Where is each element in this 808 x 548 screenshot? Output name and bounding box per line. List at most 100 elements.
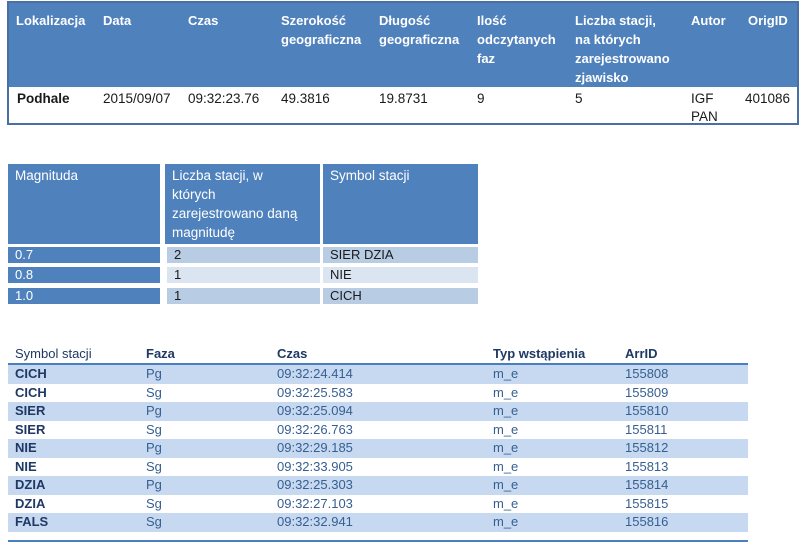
onset-type: m_e [493,440,519,455]
header-ilosc-line3: faz [477,51,496,66]
magnitude-cell: 0.8 [8,267,160,283]
magnitude-cell: 1.0 [8,288,160,304]
arrival-time: 09:32:24.414 [277,366,353,381]
onset-type: m_e [493,421,519,437]
table-row: CICH Pg 09:32:24.414 m_e 155808 [8,365,748,384]
header-origid: OrigID [748,13,788,28]
station-symbol: DZIA [15,477,46,492]
header-liczba-line1: Liczba stacji, [575,13,656,28]
header-liczba-line2: na których [575,32,641,47]
header-symbol-stacji: Symbol stacji [15,346,92,361]
arrival-id: 155810 [625,403,669,418]
header-ilosc-faz: Ilość odczytanych faz [477,11,556,68]
header-data: Data [103,13,132,28]
phase: Sg [146,495,162,511]
cell-data: 2015/09/07 [103,91,171,106]
header-magnituda: Magnituda [8,164,160,244]
header-liczba-magnituda-line2: których [172,187,216,202]
table-row: SIER Sg 09:32:26.763 m_e 155811 [8,421,748,440]
cell-czas: 09:32:23.76 [188,91,260,106]
header-liczba-line4: zjawisko [575,70,629,85]
arrival-time: 09:32:25.094 [277,403,353,418]
header-autor: Autor [691,13,726,28]
header-czas: Czas [188,13,219,28]
header-szerokosc-line2: geograficzna [281,32,362,47]
table-row: DZIA Pg 09:32:25.303 m_e 155814 [8,476,748,495]
onset-type: m_e [493,366,519,381]
station-symbol: DZIA [15,495,46,511]
table-row: NIE Sg 09:32:33.905 m_e 155813 [8,458,748,477]
table-row: SIER Pg 09:32:25.094 m_e 155810 [8,402,748,421]
phase: Pg [146,366,162,381]
cell-origid: 401086 [745,91,791,106]
arrival-id: 155809 [625,384,669,400]
event-table-header: Lokalizacja Data Czas Szerokość geografi… [9,3,797,87]
phase: Sg [146,384,162,400]
header-typ-wstapienia: Typ wstąpienia [493,346,586,361]
table-row: CICH Sg 09:32:25.583 m_e 155809 [8,384,748,403]
station-symbol: NIE [15,458,37,474]
phase-table: Symbol stacji Faza Czas Typ wstąpienia A… [8,345,748,542]
onset-type: m_e [493,403,519,418]
onset-type: m_e [493,514,519,529]
station-symbol: NIE [15,440,37,455]
phase: Sg [146,421,162,437]
arrival-id: 155811 [625,421,668,437]
cell-szerokosc: 49.3816 [281,91,330,106]
station-symbol: CICH [15,366,47,381]
arrival-time: 09:32:32.941 [277,514,353,529]
arrival-time: 09:32:29.185 [277,440,353,455]
arrival-time: 09:32:25.303 [277,477,353,492]
magnitude-symbol-cell: NIE [323,267,478,283]
phase-table-header: Symbol stacji Faza Czas Typ wstąpienia A… [8,345,748,365]
header-symbol-stacji: Symbol stacji [323,164,478,244]
event-summary-table: Lokalizacja Data Czas Szerokość geografi… [7,1,799,125]
header-arrid: ArrID [625,346,658,361]
header-liczba-magnituda-line1: Liczba stacji, w [172,168,263,183]
header-czas: Czas [277,346,308,361]
magnitude-symbol-cell: SIER DZIA [323,247,478,263]
cell-autor: IGF PAN [691,90,718,126]
header-ilosc-line2: odczytanych [477,32,556,47]
header-liczba-magnituda-line3: zarejestrowano daną [172,206,298,221]
table-row: NIE Pg 09:32:29.185 m_e 155812 [8,439,748,458]
onset-type: m_e [493,495,519,511]
table-row: FALS Sg 09:32:32.941 m_e 155816 [8,513,748,532]
arrival-id: 155808 [625,366,669,381]
station-symbol: CICH [15,384,47,400]
arrival-time: 09:32:27.103 [277,495,353,511]
cell-lokalizacja: Podhale [17,91,70,106]
header-dlugosc-line1: Długość [379,13,431,28]
table-bottom-rule [8,540,748,542]
cell-autor-line2: PAN [691,109,718,124]
station-symbol: SIER [15,421,46,437]
arrival-id: 155816 [625,514,669,529]
header-liczba-magnituda-line4: magnitudę [172,225,236,240]
arrival-id: 155814 [625,477,669,492]
cell-ilosc-faz: 9 [477,91,485,106]
station-symbol: FALS [15,514,49,529]
phase: Pg [146,477,162,492]
header-ilosc-line1: Ilość [477,13,507,28]
onset-type: m_e [493,458,519,474]
magnitude-symbol-cell: CICH [323,288,478,304]
arrival-id: 155815 [625,495,669,511]
onset-type: m_e [493,477,519,492]
magnitude-cell: 0.7 [8,247,160,263]
header-lokalizacja: Lokalizacja [16,13,86,28]
cell-autor-line1: IGF [691,91,714,106]
magnitude-count-cell: 1 [167,267,320,283]
onset-type: m_e [493,384,519,400]
phase: Sg [146,514,162,529]
header-liczba-line3: zarejestrowano [575,51,670,66]
arrival-id: 155812 [625,440,669,455]
header-liczba-magnituda: Liczba stacji, w których zarejestrowano … [165,164,320,244]
magnitude-table: Magnituda Liczba stacji, w których zarej… [8,164,478,306]
phase: Pg [146,403,162,418]
arrival-time: 09:32:25.583 [277,384,353,400]
cell-dlugosc: 19.8731 [379,91,428,106]
cell-liczba-stacji: 5 [575,91,583,106]
station-symbol: SIER [15,403,46,418]
magnitude-count-cell: 2 [167,247,320,263]
table-row: DZIA Sg 09:32:27.103 m_e 155815 [8,495,748,514]
